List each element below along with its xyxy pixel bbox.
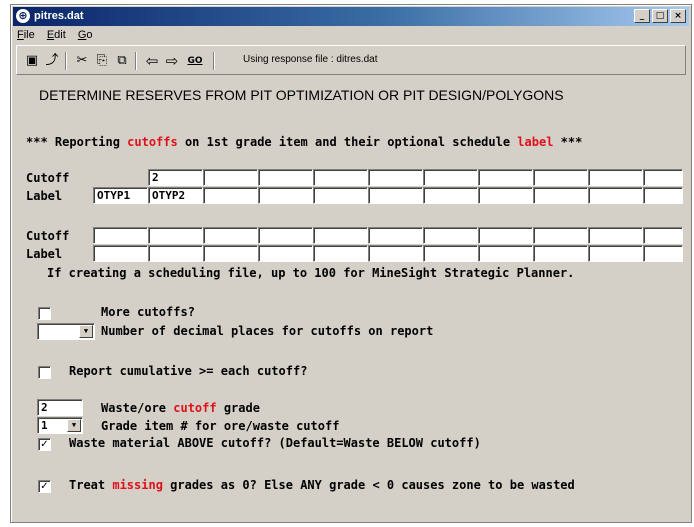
maximize-button[interactable]: □	[652, 9, 668, 23]
cutoff-row-label-2: Cutoff	[26, 229, 70, 243]
label-row-label-1: Label	[26, 189, 63, 203]
forward-arrow-icon[interactable]: ⇨	[163, 52, 181, 70]
paste-icon[interactable]: ⧉	[113, 52, 131, 70]
decimal-places-label: Number of decimal places for cutoffs on …	[101, 324, 434, 338]
cumulative-label: Report cumulative >= each cutoff?	[69, 364, 308, 378]
cutoff-cell[interactable]	[588, 227, 643, 244]
cutoff-row-label-1: Cutoff	[26, 171, 70, 185]
cutoff-cell[interactable]	[203, 227, 258, 244]
cutoff-cell[interactable]: 2	[148, 169, 203, 186]
window-controls: _ □ ×	[634, 9, 686, 23]
globe-icon: ⊕	[16, 9, 30, 23]
waste-above-checkbox[interactable]: ✓	[38, 438, 51, 451]
label-cell[interactable]	[478, 245, 533, 262]
reporting-instruction: *** Reporting cutoffs on 1st grade item …	[26, 135, 583, 149]
cutoff-cell[interactable]	[258, 169, 313, 186]
page-title: DETERMINE RESERVES FROM PIT OPTIMIZATION…	[39, 87, 564, 103]
cutoff-cell[interactable]	[588, 169, 643, 186]
label-cell[interactable]	[478, 187, 533, 204]
cutoff-cell[interactable]	[368, 227, 423, 244]
label-cell[interactable]: OTYP2	[148, 187, 203, 204]
more-cutoffs-checkbox[interactable]	[38, 307, 51, 320]
menu-bar: File Edit Go	[13, 27, 98, 44]
cutoff-cell[interactable]	[313, 227, 368, 244]
go-icon[interactable]: GO	[184, 52, 206, 70]
more-cutoffs-label: More cutoffs?	[101, 305, 195, 319]
label-cell[interactable]	[533, 245, 588, 262]
waste-above-label: Waste material ABOVE cutoff? (Default=Wa…	[69, 436, 481, 450]
label-cell[interactable]	[423, 245, 478, 262]
label-cell[interactable]	[368, 187, 423, 204]
response-file-text: Using response file : ditres.dat	[243, 54, 378, 65]
label-cell[interactable]	[368, 245, 423, 262]
window-title: pitres.dat	[34, 10, 84, 22]
check-icon: ✓	[40, 439, 49, 450]
cutoff-cell[interactable]	[258, 227, 313, 244]
missing-grades-label: Treat missing grades as 0? Else ANY grad…	[69, 478, 575, 492]
label-cell[interactable]	[148, 245, 203, 262]
copy-icon[interactable]: ⎘	[93, 52, 111, 70]
schedule-note: If creating a scheduling file, up to 100…	[47, 266, 575, 280]
label-cell[interactable]	[258, 245, 313, 262]
missing-grades-checkbox[interactable]: ✓	[38, 480, 51, 493]
cutoff-cell[interactable]	[368, 169, 423, 186]
cutoff-cell[interactable]	[533, 169, 588, 186]
cutoff-cell[interactable]	[148, 227, 203, 244]
label-cell[interactable]	[203, 187, 258, 204]
minimize-button[interactable]: _	[634, 9, 650, 23]
label-cell[interactable]	[93, 245, 148, 262]
cutoff-cell[interactable]	[93, 227, 148, 244]
cutoff-cell[interactable]	[203, 169, 258, 186]
waste-ore-cutoff-input[interactable]: 2	[37, 399, 83, 416]
label-cell[interactable]	[313, 245, 368, 262]
label-cell[interactable]	[643, 187, 683, 204]
cumulative-checkbox[interactable]	[38, 366, 51, 379]
label-cell[interactable]: OTYP1	[93, 187, 148, 204]
cutoff-cell[interactable]	[643, 227, 683, 244]
label-cell[interactable]	[203, 245, 258, 262]
waste-ore-cutoff-label: Waste/ore cutoff grade	[101, 401, 260, 415]
grade-item-label: Grade item # for ore/waste cutoff	[101, 419, 340, 433]
app-window: ⊕ pitres.dat _ □ × File Edit Go ▣ ⤴ ✂ ⎘ …	[10, 4, 692, 523]
cut-icon[interactable]: ✂	[73, 52, 91, 70]
title-bar[interactable]: ⊕ pitres.dat _ □ ×	[13, 7, 689, 26]
cutoff-cell[interactable]	[533, 227, 588, 244]
back-arrow-icon[interactable]: ⇦	[143, 52, 161, 70]
toolbar: ▣ ⤴ ✂ ⎘ ⧉ ⇦ ⇨ GO Using response file : d…	[16, 45, 686, 75]
open-icon[interactable]: ⤴	[43, 52, 61, 70]
cutoff-cell[interactable]	[423, 227, 478, 244]
cutoff-cell[interactable]	[478, 227, 533, 244]
cutoff-cell[interactable]	[313, 169, 368, 186]
label-cell[interactable]	[588, 187, 643, 204]
label-cell[interactable]	[643, 245, 683, 262]
close-button[interactable]: ×	[670, 9, 686, 23]
check-icon: ✓	[40, 481, 49, 492]
label-cell[interactable]	[258, 187, 313, 204]
decimal-places-select[interactable]: ▼	[37, 323, 95, 340]
save-icon[interactable]: ▣	[23, 52, 41, 70]
label-cell[interactable]	[533, 187, 588, 204]
chevron-down-icon: ▼	[79, 325, 93, 338]
grade-item-select[interactable]: 1 ▼	[37, 417, 83, 434]
chevron-down-icon: ▼	[67, 419, 81, 432]
label-row-label-2: Label	[26, 247, 63, 261]
menu-file[interactable]: File	[13, 27, 40, 41]
cutoff-cell[interactable]	[423, 169, 478, 186]
label-cell[interactable]	[313, 187, 368, 204]
cutoff-cell[interactable]	[643, 169, 683, 186]
menu-edit[interactable]: Edit	[43, 27, 71, 41]
menu-go[interactable]: Go	[74, 27, 98, 41]
label-cell[interactable]	[588, 245, 643, 262]
label-cell[interactable]	[423, 187, 478, 204]
cutoff-cell[interactable]	[478, 169, 533, 186]
